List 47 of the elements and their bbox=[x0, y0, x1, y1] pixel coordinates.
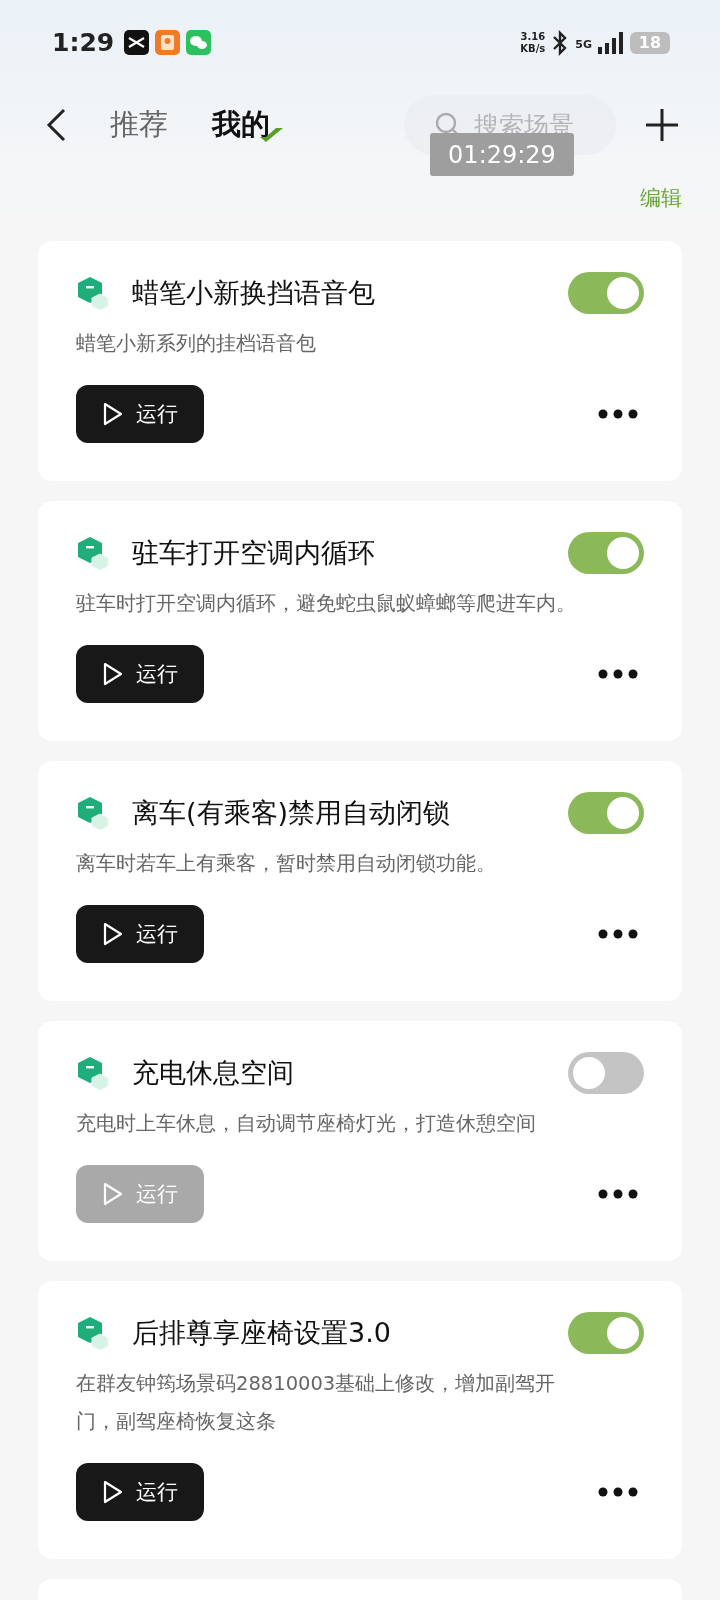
scene-title: 蜡笔小新换挡语音包 bbox=[132, 276, 375, 310]
run-button[interactable]: 运行 bbox=[76, 1463, 204, 1521]
toggle-switch[interactable] bbox=[568, 792, 644, 834]
run-button[interactable]: 运行 bbox=[76, 645, 204, 703]
toggle-switch[interactable] bbox=[568, 1312, 644, 1354]
cube-icon bbox=[76, 1055, 110, 1091]
cube-icon bbox=[76, 535, 110, 571]
play-icon bbox=[102, 921, 124, 947]
status-time: 1:29 bbox=[52, 28, 115, 57]
more-icon[interactable] bbox=[598, 1487, 638, 1497]
tab[interactable]: 我的 bbox=[212, 105, 284, 145]
scene-title: 后排尊享座椅设置3.0 bbox=[132, 1316, 391, 1350]
play-icon bbox=[102, 1181, 124, 1207]
scene-title: 充电休息空间 bbox=[132, 1056, 294, 1090]
play-icon bbox=[102, 661, 124, 687]
toggle-switch[interactable] bbox=[568, 1052, 644, 1094]
cube-icon bbox=[76, 275, 110, 311]
cube-icon bbox=[76, 795, 110, 831]
envelope-icon bbox=[155, 30, 181, 55]
timer-overlay: 01:29:29 bbox=[430, 133, 574, 176]
add-icon[interactable] bbox=[644, 107, 680, 143]
run-button[interactable]: 运行 bbox=[76, 385, 204, 443]
network-type: 5G bbox=[575, 37, 592, 51]
run-button[interactable]: 运行 bbox=[76, 905, 204, 963]
more-icon[interactable] bbox=[598, 669, 638, 679]
more-icon[interactable] bbox=[598, 409, 638, 419]
scene-title: 驻车打开空调内循环 bbox=[132, 536, 375, 570]
toggle-switch[interactable] bbox=[568, 272, 644, 314]
battery-level: 18 bbox=[638, 33, 662, 52]
more-icon[interactable] bbox=[598, 929, 638, 939]
scene-description: 在群友钟筠场景码28810003基础上修改，增加副驾开门，副驾座椅恢复这条 bbox=[76, 1371, 557, 1435]
play-icon bbox=[102, 1479, 124, 1505]
app-icon bbox=[124, 30, 150, 55]
more-icon[interactable] bbox=[598, 1189, 638, 1199]
scene-description: 离车时若车上有乘客，暂时禁用自动闭锁功能。 bbox=[76, 851, 497, 877]
scene-description: 蜡笔小新系列的挂档语音包 bbox=[76, 331, 317, 357]
play-icon bbox=[102, 401, 124, 427]
toggle-switch[interactable] bbox=[568, 532, 644, 574]
scene-description: 充电时上车休息，自动调节座椅灯光，打造休憩空间 bbox=[76, 1111, 537, 1137]
signal-icon bbox=[598, 31, 624, 54]
chat-icon bbox=[186, 30, 212, 55]
scene-description: 驻车时打开空调内循环，避免蛇虫鼠蚁蟑螂等爬进车内。 bbox=[76, 591, 577, 617]
tab[interactable]: 推荐 bbox=[110, 105, 168, 145]
scene-title: 离车(有乘客)禁用自动闭锁 bbox=[132, 796, 451, 830]
net-speed: 3.16 bbox=[520, 30, 546, 43]
cube-icon bbox=[76, 1315, 110, 1351]
net-speed-unit: KB/s bbox=[520, 42, 546, 55]
